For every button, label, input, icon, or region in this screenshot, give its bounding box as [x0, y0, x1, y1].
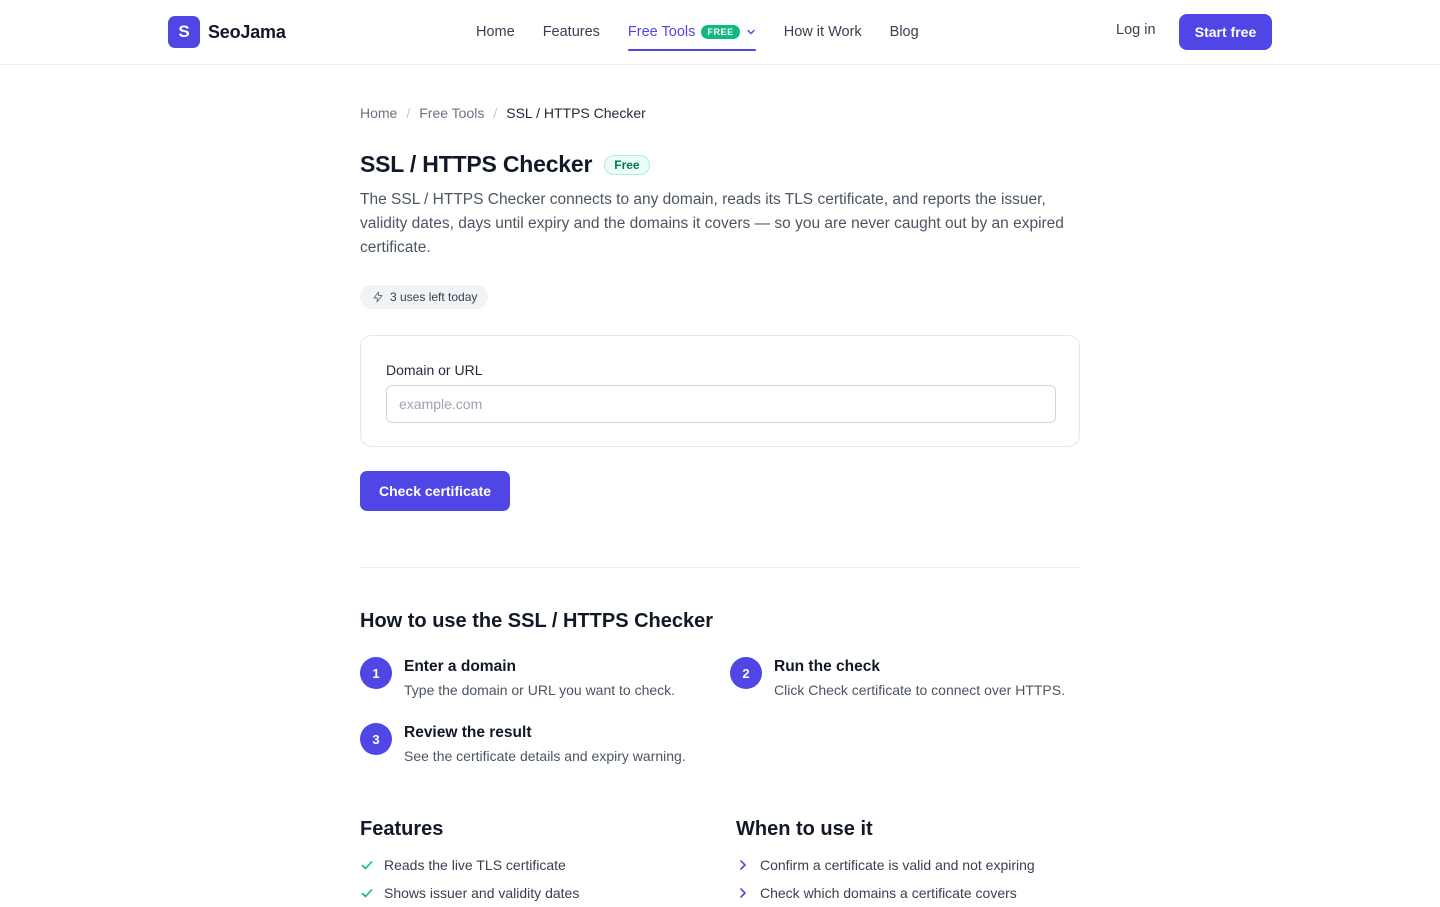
login-link[interactable]: Log in	[1116, 22, 1156, 38]
when-list: Confirm a certificate is valid and not e…	[736, 851, 1035, 907]
chevron-down-icon	[747, 29, 755, 35]
step-title: Run the check	[774, 658, 880, 675]
main-nav: Home Features Free Tools FREE How it Wor…	[476, 0, 919, 64]
check-icon	[361, 861, 373, 870]
check-certificate-button[interactable]: Check certificate	[360, 471, 510, 511]
nav-features-label: Features	[542, 24, 600, 40]
nav-home[interactable]: Home	[476, 0, 515, 64]
chevron-right-icon	[740, 888, 746, 898]
step-title: Review the result	[404, 724, 532, 741]
list-item-text: Confirm a certificate is valid and not e…	[760, 857, 1035, 873]
breadcrumb-separator: /	[406, 105, 411, 121]
when-title: When to use it	[736, 818, 873, 840]
breadcrumb: Home / Free Tools / SSL / HTTPS Checker	[360, 105, 646, 121]
brand-logo-link[interactable]: S SeoJama	[168, 16, 286, 48]
step-item: 1 Enter a domain Type the domain or URL …	[360, 657, 675, 699]
breadcrumb-separator: /	[493, 105, 498, 121]
nav-home-label: Home	[476, 24, 515, 40]
brand-name: SeoJama	[208, 21, 286, 42]
step-item: 2 Run the check Click Check certificate …	[730, 657, 1065, 699]
list-item: Confirm a certificate is valid and not e…	[736, 851, 1035, 879]
page-description: The SSL / HTTPS Checker connects to any …	[360, 191, 1064, 256]
usage-text: 3 uses left today	[390, 290, 478, 304]
checker-form-card: Domain or URL	[360, 335, 1080, 447]
start-free-button[interactable]: Start free	[1179, 14, 1272, 50]
nav-features[interactable]: Features	[543, 0, 600, 64]
section-divider	[360, 567, 1080, 568]
domain-field-label: Domain or URL	[386, 362, 483, 378]
page-title: SSL / HTTPS Checker	[360, 151, 593, 177]
nav-blog[interactable]: Blog	[890, 0, 919, 64]
logo-mark: S	[168, 16, 200, 48]
breadcrumb-current: SSL / HTTPS Checker	[506, 105, 646, 121]
step-number: 1	[360, 657, 392, 689]
site-header: S SeoJama Home Features Free Tools FREE …	[0, 0, 1440, 65]
step-number: 3	[360, 723, 392, 755]
nav-blog-label: Blog	[889, 24, 919, 40]
step-title: Enter a domain	[404, 658, 516, 675]
features-title: Features	[360, 818, 444, 840]
step-description: See the certificate details and expiry w…	[404, 748, 686, 764]
how-to-title: How to use the SSL / HTTPS Checker	[360, 610, 714, 632]
chevron-right-icon	[740, 860, 746, 870]
list-item: Reads the live TLS certificate	[360, 851, 579, 879]
nav-how-it-work[interactable]: How it Work	[784, 0, 862, 64]
list-item-text: Shows issuer and validity dates	[384, 885, 580, 901]
free-status-badge: Free	[604, 154, 650, 175]
title-row: SSL / HTTPS Checker Free	[360, 151, 650, 178]
list-item-text: Reads the live TLS certificate	[384, 857, 566, 873]
nav-free-tools-label: Free Tools	[627, 24, 696, 40]
step-description: Type the domain or URL you want to check…	[404, 682, 676, 698]
nav-how-it-work-label: How it Work	[783, 24, 862, 40]
domain-input[interactable]	[386, 385, 1056, 423]
breadcrumb-free-tools[interactable]: Free Tools	[419, 105, 484, 121]
list-item: Check which domains a certificate covers	[736, 879, 1035, 907]
breadcrumb-home[interactable]: Home	[360, 105, 397, 121]
list-item-text: Check which domains a certificate covers	[760, 885, 1017, 901]
step-item: 3 Review the result See the certificate …	[360, 723, 686, 765]
lightning-icon	[373, 291, 383, 303]
usage-badge: 3 uses left today	[360, 285, 489, 309]
step-number: 2	[730, 657, 762, 689]
check-icon	[361, 889, 373, 898]
list-item: Shows issuer and validity dates	[360, 879, 579, 907]
step-description: Click Check certificate to connect over …	[774, 682, 1065, 698]
nav-free-tools[interactable]: Free Tools FREE	[627, 0, 756, 64]
features-list: Reads the live TLS certificate Shows iss…	[360, 851, 579, 907]
free-badge: FREE	[701, 25, 740, 39]
